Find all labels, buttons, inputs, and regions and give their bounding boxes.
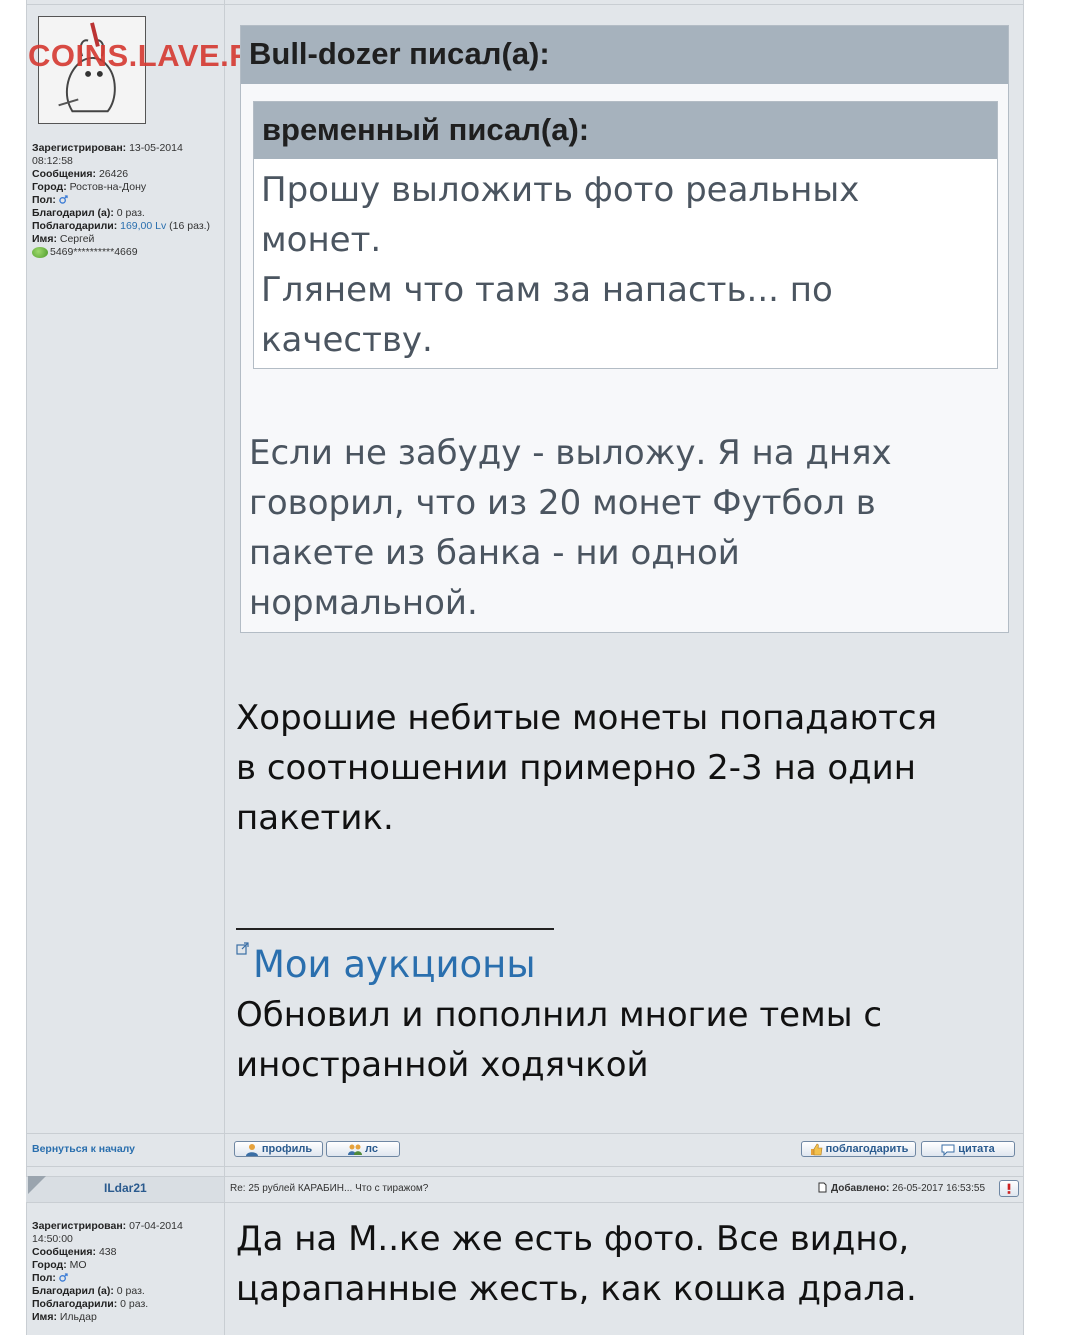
column-divider	[224, 0, 225, 1176]
card-badge-icon	[32, 246, 48, 258]
nested-quote-text: Прошу выложить фото реальных монет. Глян…	[261, 170, 860, 360]
external-link-icon	[236, 942, 249, 955]
author-profile: Зарегистрирован: 13-05-2014 08:12:58 Соо…	[32, 142, 211, 258]
quote-block-outer: Bull-dozer писал(а): временный писал(а):…	[240, 25, 1009, 633]
male-gender-icon	[59, 1273, 68, 1282]
speech-bubble-icon	[941, 1144, 955, 1156]
post-subject: Re: 25 рублей КАРАБИН... Что с тиражом?	[230, 1183, 429, 1194]
user-profile-icon	[245, 1143, 258, 1156]
quote-text: Если не забуду - выложу. Я на днях говор…	[249, 433, 892, 623]
post-top-border	[26, 4, 1024, 5]
author-profile: Зарегистрирован: 07-04-2014 14:50:00 Соо…	[32, 1220, 183, 1323]
post-separator	[26, 1166, 1024, 1167]
signature-text: Обновил и пополнил многие темы с иностра…	[236, 995, 883, 1085]
site-watermark: COINS.LAVE.RU	[28, 38, 276, 73]
thank-button[interactable]: поблагодарить	[801, 1141, 916, 1157]
nested-quote-author-header: временный писал(а):	[254, 102, 997, 159]
post-body-text: Да на М..ке же есть фото. Все видно, цар…	[236, 1219, 917, 1309]
quote-block-inner: временный писал(а): Прошу выложить фото …	[253, 101, 998, 369]
users-icon	[348, 1144, 363, 1155]
post-added-date: Добавлено: 26-05-2017 16:53:55	[831, 1183, 986, 1194]
signature-separator	[236, 928, 554, 930]
post-body-text: Хорошие небитые монеты попадаются в соот…	[236, 698, 938, 838]
private-message-button[interactable]: лс	[326, 1141, 400, 1157]
document-icon	[818, 1182, 827, 1193]
post-header-top-border	[26, 1176, 1024, 1177]
thumbs-up-icon	[810, 1143, 822, 1155]
post-corner-marker-icon	[28, 1176, 46, 1194]
my-auctions-link[interactable]: Мои аукционы	[253, 940, 536, 990]
quote-author-header: Bull-dozer писал(а):	[241, 26, 1008, 84]
profile-button[interactable]: профиль	[234, 1141, 323, 1157]
male-gender-icon	[59, 195, 68, 204]
quote-button[interactable]: цитата	[921, 1141, 1015, 1157]
back-to-top-link[interactable]: Вернуться к началу	[32, 1143, 135, 1155]
post-header-bottom-border	[26, 1202, 1024, 1203]
toolbar-top-border	[26, 1133, 1024, 1134]
report-post-button[interactable]	[999, 1180, 1019, 1197]
post-author-username[interactable]: ILdar21	[104, 1181, 147, 1195]
thanks-amount-link[interactable]: 169,00 Lv	[120, 220, 166, 232]
exclamation-icon	[1007, 1183, 1011, 1194]
